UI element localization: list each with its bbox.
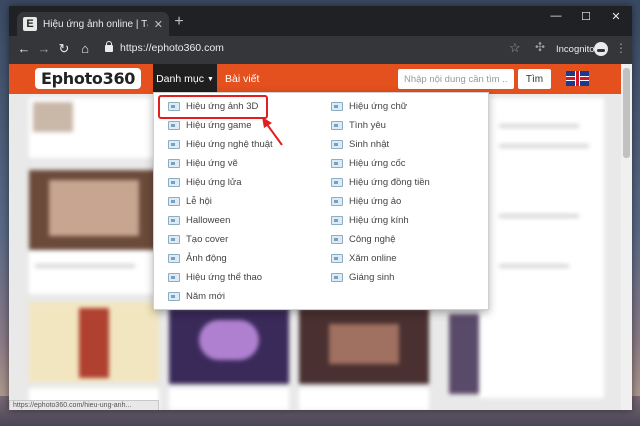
home-button[interactable]: ⌂ xyxy=(76,41,94,56)
incognito-label: Incognito xyxy=(556,44,595,55)
nav-categories-label: Danh mục xyxy=(156,73,204,85)
category-icon xyxy=(331,178,343,187)
scroll-thumb[interactable] xyxy=(623,68,630,158)
site-favicon-icon: E xyxy=(23,17,37,31)
tab-strip: E Hiệu ứng ảnh online | Tạo hiệu ứ ✕ + —… xyxy=(9,6,632,36)
category-icon xyxy=(168,254,180,263)
nav-categories[interactable]: Danh mục ▼ xyxy=(153,64,217,94)
menu-item-glass[interactable]: Hiệu ứng kính xyxy=(331,211,481,230)
page-scrollbar[interactable] xyxy=(621,64,632,410)
menu-item-label: Giáng sinh xyxy=(349,272,395,283)
menu-item-drawing[interactable]: Hiệu ứng vẽ xyxy=(168,154,318,173)
tab-title: Hiệu ứng ảnh online | Tạo hiệu ứ xyxy=(43,18,148,30)
site-logo[interactable]: Ephoto360 xyxy=(35,68,142,89)
browser-toolbar: ← → ↻ ⌂ https://ephoto360.com ☆ ✣ Incogn… xyxy=(9,36,632,64)
menu-item-text[interactable]: Hiệu ứng chữ xyxy=(331,97,481,116)
menu-item-technology[interactable]: Công nghệ xyxy=(331,230,481,249)
menu-item-label: Tình yêu xyxy=(349,120,386,131)
caret-down-icon: ▼ xyxy=(206,75,214,83)
new-tab-button[interactable]: + xyxy=(169,13,189,31)
pointer-arrow-icon xyxy=(262,117,283,146)
minimize-button[interactable]: — xyxy=(541,10,571,22)
menu-item-3d-effects[interactable]: Hiệu ứng ảnh 3D xyxy=(168,97,318,116)
menu-item-game[interactable]: Hiệu ứng game xyxy=(168,116,318,135)
close-window-button[interactable]: ✕ xyxy=(601,10,631,23)
back-button[interactable]: ← xyxy=(15,41,33,56)
forward-button[interactable]: → xyxy=(35,41,53,56)
category-icon xyxy=(331,140,343,149)
category-icon xyxy=(168,121,180,130)
menu-item-cover[interactable]: Tạo cover xyxy=(168,230,318,249)
category-icon xyxy=(331,273,343,282)
web-page: Ephoto360 Danh mục ▼ Bài viết Tìm Hiệu ứ… xyxy=(9,64,632,410)
menu-item-label: Sinh nhật xyxy=(349,139,390,150)
address-bar[interactable]: https://ephoto360.com xyxy=(120,42,224,54)
site-header: Ephoto360 Danh mục ▼ Bài viết Tìm xyxy=(9,64,632,94)
category-icon xyxy=(331,235,343,244)
category-icon xyxy=(331,102,343,111)
categories-dropdown: Hiệu ứng ảnh 3D Hiệu ứng game Hiệu ứng n… xyxy=(153,92,489,310)
category-icon xyxy=(168,235,180,244)
menu-item-label: Lễ hội xyxy=(186,196,212,207)
menu-item-cup[interactable]: Hiệu ứng cốc xyxy=(331,154,481,173)
menu-item-new-year[interactable]: Năm mới xyxy=(168,287,318,306)
menu-item-illusion[interactable]: Hiệu ứng ảo xyxy=(331,192,481,211)
category-icon xyxy=(168,292,180,301)
browser-menu-icon[interactable]: ⋮ xyxy=(615,41,627,55)
category-icon xyxy=(331,121,343,130)
menu-item-label: Hiệu ứng thể thao xyxy=(186,272,263,283)
menu-item-label: Hiệu ứng đồng tiền xyxy=(349,177,430,188)
menu-item-label: Xăm online xyxy=(349,253,397,264)
category-icon xyxy=(331,159,343,168)
menu-item-coin[interactable]: Hiệu ứng đồng tiền xyxy=(331,173,481,192)
category-icon xyxy=(168,216,180,225)
category-icon xyxy=(331,216,343,225)
maximize-button[interactable]: ☐ xyxy=(571,10,601,23)
menu-item-label: Hiệu ứng game xyxy=(186,120,252,131)
menu-item-christmas[interactable]: Giáng sinh xyxy=(331,268,481,287)
search-button[interactable]: Tìm xyxy=(518,69,551,89)
category-icon xyxy=(168,159,180,168)
menu-item-halloween[interactable]: Halloween xyxy=(168,211,318,230)
menu-item-label: Năm mới xyxy=(186,291,225,302)
category-icon xyxy=(168,140,180,149)
lock-icon[interactable] xyxy=(105,41,113,52)
menu-item-label: Công nghệ xyxy=(349,234,396,245)
nav-articles[interactable]: Bài viết xyxy=(225,73,259,85)
incognito-icon[interactable] xyxy=(594,42,608,56)
category-icon xyxy=(168,273,180,282)
browser-window: E Hiệu ứng ảnh online | Tạo hiệu ứ ✕ + —… xyxy=(9,6,632,410)
menu-item-label: Tạo cover xyxy=(186,234,229,245)
browser-tab[interactable]: E Hiệu ứng ảnh online | Tạo hiệu ứ ✕ xyxy=(17,12,169,36)
menu-item-label: Hiệu ứng ảo xyxy=(349,196,402,207)
menu-item-animated[interactable]: Ảnh động xyxy=(168,249,318,268)
category-icon xyxy=(331,254,343,263)
menu-item-sports[interactable]: Hiệu ứng thể thao xyxy=(168,268,318,287)
category-icon xyxy=(168,102,180,111)
menu-item-festival[interactable]: Lễ hội xyxy=(168,192,318,211)
menu-item-label: Halloween xyxy=(186,215,231,226)
menu-item-label: Hiệu ứng kính xyxy=(349,215,409,226)
search-input[interactable] xyxy=(398,69,514,89)
menu-item-label: Hiệu ứng vẽ xyxy=(186,158,238,169)
bookmark-star-icon[interactable]: ☆ xyxy=(509,40,521,56)
reload-button[interactable]: ↻ xyxy=(55,41,73,57)
category-icon xyxy=(168,178,180,187)
status-bar: https://ephoto360.com/hieu-ung-anh... xyxy=(9,400,159,410)
menu-item-label: Ảnh động xyxy=(186,253,227,264)
menu-item-label: Hiệu ứng chữ xyxy=(349,101,408,112)
tab-close-icon[interactable]: ✕ xyxy=(154,18,163,31)
menu-item-love[interactable]: Tình yêu xyxy=(331,116,481,135)
uk-flag-icon[interactable] xyxy=(566,71,589,86)
menu-item-birthday[interactable]: Sinh nhật xyxy=(331,135,481,154)
menu-item-tattoo[interactable]: Xăm online xyxy=(331,249,481,268)
menu-item-fire[interactable]: Hiệu ứng lửa xyxy=(168,173,318,192)
menu-item-label: Hiệu ứng ảnh 3D xyxy=(186,101,259,112)
category-icon xyxy=(331,197,343,206)
menu-item-label: Hiệu ứng lửa xyxy=(186,177,242,188)
menu-item-label: Hiệu ứng cốc xyxy=(349,158,406,169)
category-icon xyxy=(168,197,180,206)
extensions-icon[interactable]: ✣ xyxy=(535,40,545,54)
menu-item-art[interactable]: Hiệu ứng nghệ thuật xyxy=(168,135,318,154)
